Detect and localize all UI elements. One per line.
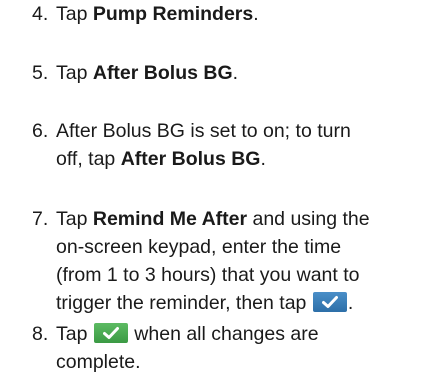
step-text-post: when all changes are xyxy=(134,323,319,345)
checkmark-button-green-icon xyxy=(93,323,128,343)
step-line: trigger the reminder, then tap . xyxy=(56,289,402,317)
step-bold-term: Pump Reminders xyxy=(92,3,254,25)
step-line: Tap Remind Me After and using the xyxy=(56,205,402,233)
step-text-pre: Tap xyxy=(56,3,93,25)
step-bold-term: After Bolus BG xyxy=(92,62,233,84)
step-text-post: . xyxy=(232,62,239,84)
step-line: on-screen keypad, enter the time xyxy=(56,236,342,258)
step-text: Tap Remind Me After and using the on-scr… xyxy=(56,205,402,317)
step-text-post: . xyxy=(260,148,266,170)
step-number: 7. xyxy=(32,208,49,230)
step-text: Tap After Bolus BG. xyxy=(56,59,402,87)
step-text-pre: off, tap xyxy=(56,148,121,170)
step-text: Tap Pump Reminders. xyxy=(56,0,402,28)
step-line: After Bolus BG is set to on; to turn xyxy=(56,120,351,142)
step-text-pre: trigger the reminder, then tap xyxy=(56,292,307,314)
step-bold-term: Remind Me After xyxy=(92,208,248,230)
step-bold-term: After Bolus BG xyxy=(120,148,261,170)
step-text-pre: Tap xyxy=(56,62,93,84)
step-text-pre: Tap xyxy=(56,323,88,345)
step-line: Tap when all changes are xyxy=(56,320,402,348)
step-line: complete. xyxy=(56,351,141,373)
step-text: After Bolus BG is set to on; to turn off… xyxy=(56,117,402,173)
step-text-pre: Tap xyxy=(56,208,93,230)
step-number: 6. xyxy=(32,120,49,142)
step-number: 4. xyxy=(32,3,49,25)
step-text-post: . xyxy=(347,292,354,314)
step-text: Tap when all changes are complete. xyxy=(56,320,402,376)
checkmark-button-blue-icon xyxy=(312,292,347,312)
step-number: 5. xyxy=(32,62,49,84)
step-line: off, tap After Bolus BG. xyxy=(56,145,402,173)
step-line: (from 1 to 3 hours) that you want to xyxy=(56,264,360,286)
step-text-post: and using the xyxy=(247,208,370,230)
step-text-post: . xyxy=(253,3,259,25)
step-number: 8. xyxy=(32,323,49,345)
